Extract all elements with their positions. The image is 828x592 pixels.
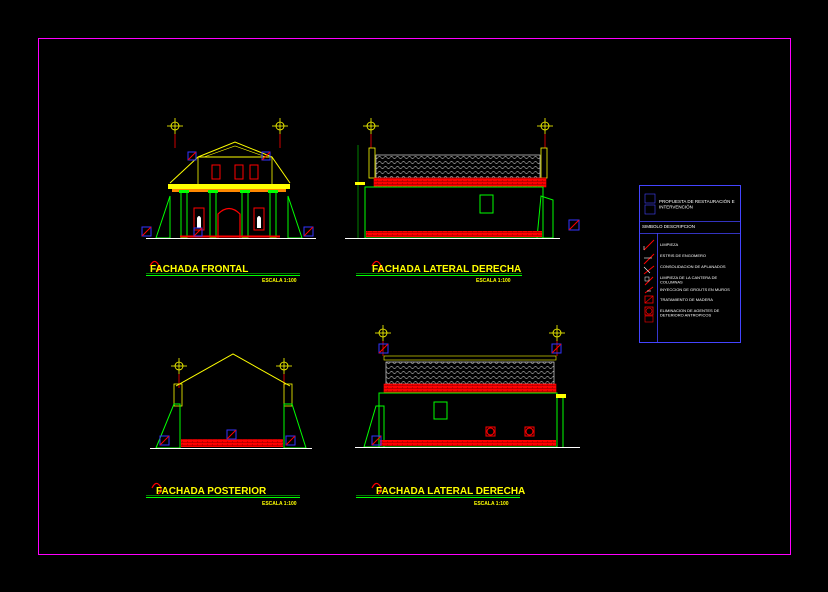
legend-item: LIMPIEZA	[660, 242, 679, 247]
drawing-scale: ESCALA 1:100	[474, 501, 509, 507]
drawing-title-block: FACHADA LATERAL DERECHA ESCALA 1:100	[356, 482, 525, 507]
survey-marker-icon	[363, 118, 379, 148]
survey-marker-icon	[171, 358, 187, 388]
facade-right-side-drawing-1	[345, 118, 580, 239]
drawing-title-block: FACHADA FRONTAL ESCALA 1:100	[146, 260, 300, 284]
drawing-scale: ESCALA 1:100	[262, 278, 297, 284]
drawing-scale: ESCALA 1:100	[476, 278, 511, 284]
legend-table: PROPUESTA DE RESTAURACIÓN E INTERVENCIÓN…	[639, 185, 741, 343]
wood-treatment-symbol-icon	[644, 295, 654, 304]
survey-marker-icon	[549, 325, 565, 356]
drawing-scale: ESCALA 1:100	[262, 501, 297, 507]
facade-right-side-drawing-2	[355, 325, 580, 448]
legend-item: COLUMNAS	[660, 280, 683, 285]
drawing-title-block: FACHADA LATERAL DERECHA ESCALA 1:100	[356, 260, 522, 284]
cleaning-symbol-icon	[643, 239, 655, 251]
consolidation-symbol-icon	[643, 265, 655, 275]
survey-marker-icon	[537, 118, 553, 148]
legend-item: CONSOLIDACION DE APLANADOS	[660, 264, 726, 269]
cad-drawing-sheet: FACHADA FRONTAL ESCALA 1:100 FACHADA LAT…	[38, 38, 791, 555]
facade-front-drawing	[141, 118, 316, 239]
survey-marker-icon	[272, 118, 288, 148]
survey-marker-icon	[276, 358, 292, 388]
anthropic-damage-symbol-icon	[644, 306, 654, 323]
survey-marker-icon	[167, 118, 183, 148]
drawing-title-block: FACHADA POSTERIOR ESCALA 1:100	[146, 482, 300, 507]
grout-injection-symbol-icon	[644, 286, 654, 294]
legend-item: ESTRIS DE ENGOMERO	[660, 253, 706, 258]
legend-item: DETERIORO ANTROPICOS	[660, 313, 711, 318]
legend-column-header: SIMBOLO DESCRIPCION	[642, 224, 695, 229]
legend-header: INTERVENCIÓN	[659, 204, 693, 210]
survey-marker-icon	[375, 325, 391, 356]
legend-item: INYECCION DE GROUTS EN MUROS	[660, 287, 730, 292]
legend-header: PROPUESTA DE RESTAURACIÓN E	[659, 198, 735, 204]
facade-rear-drawing	[150, 353, 312, 449]
plaster-symbol-icon	[643, 253, 655, 265]
legend-item: TRATAMIENTO DE MADERA	[660, 297, 713, 302]
stone-cleaning-symbol-icon	[644, 276, 654, 286]
